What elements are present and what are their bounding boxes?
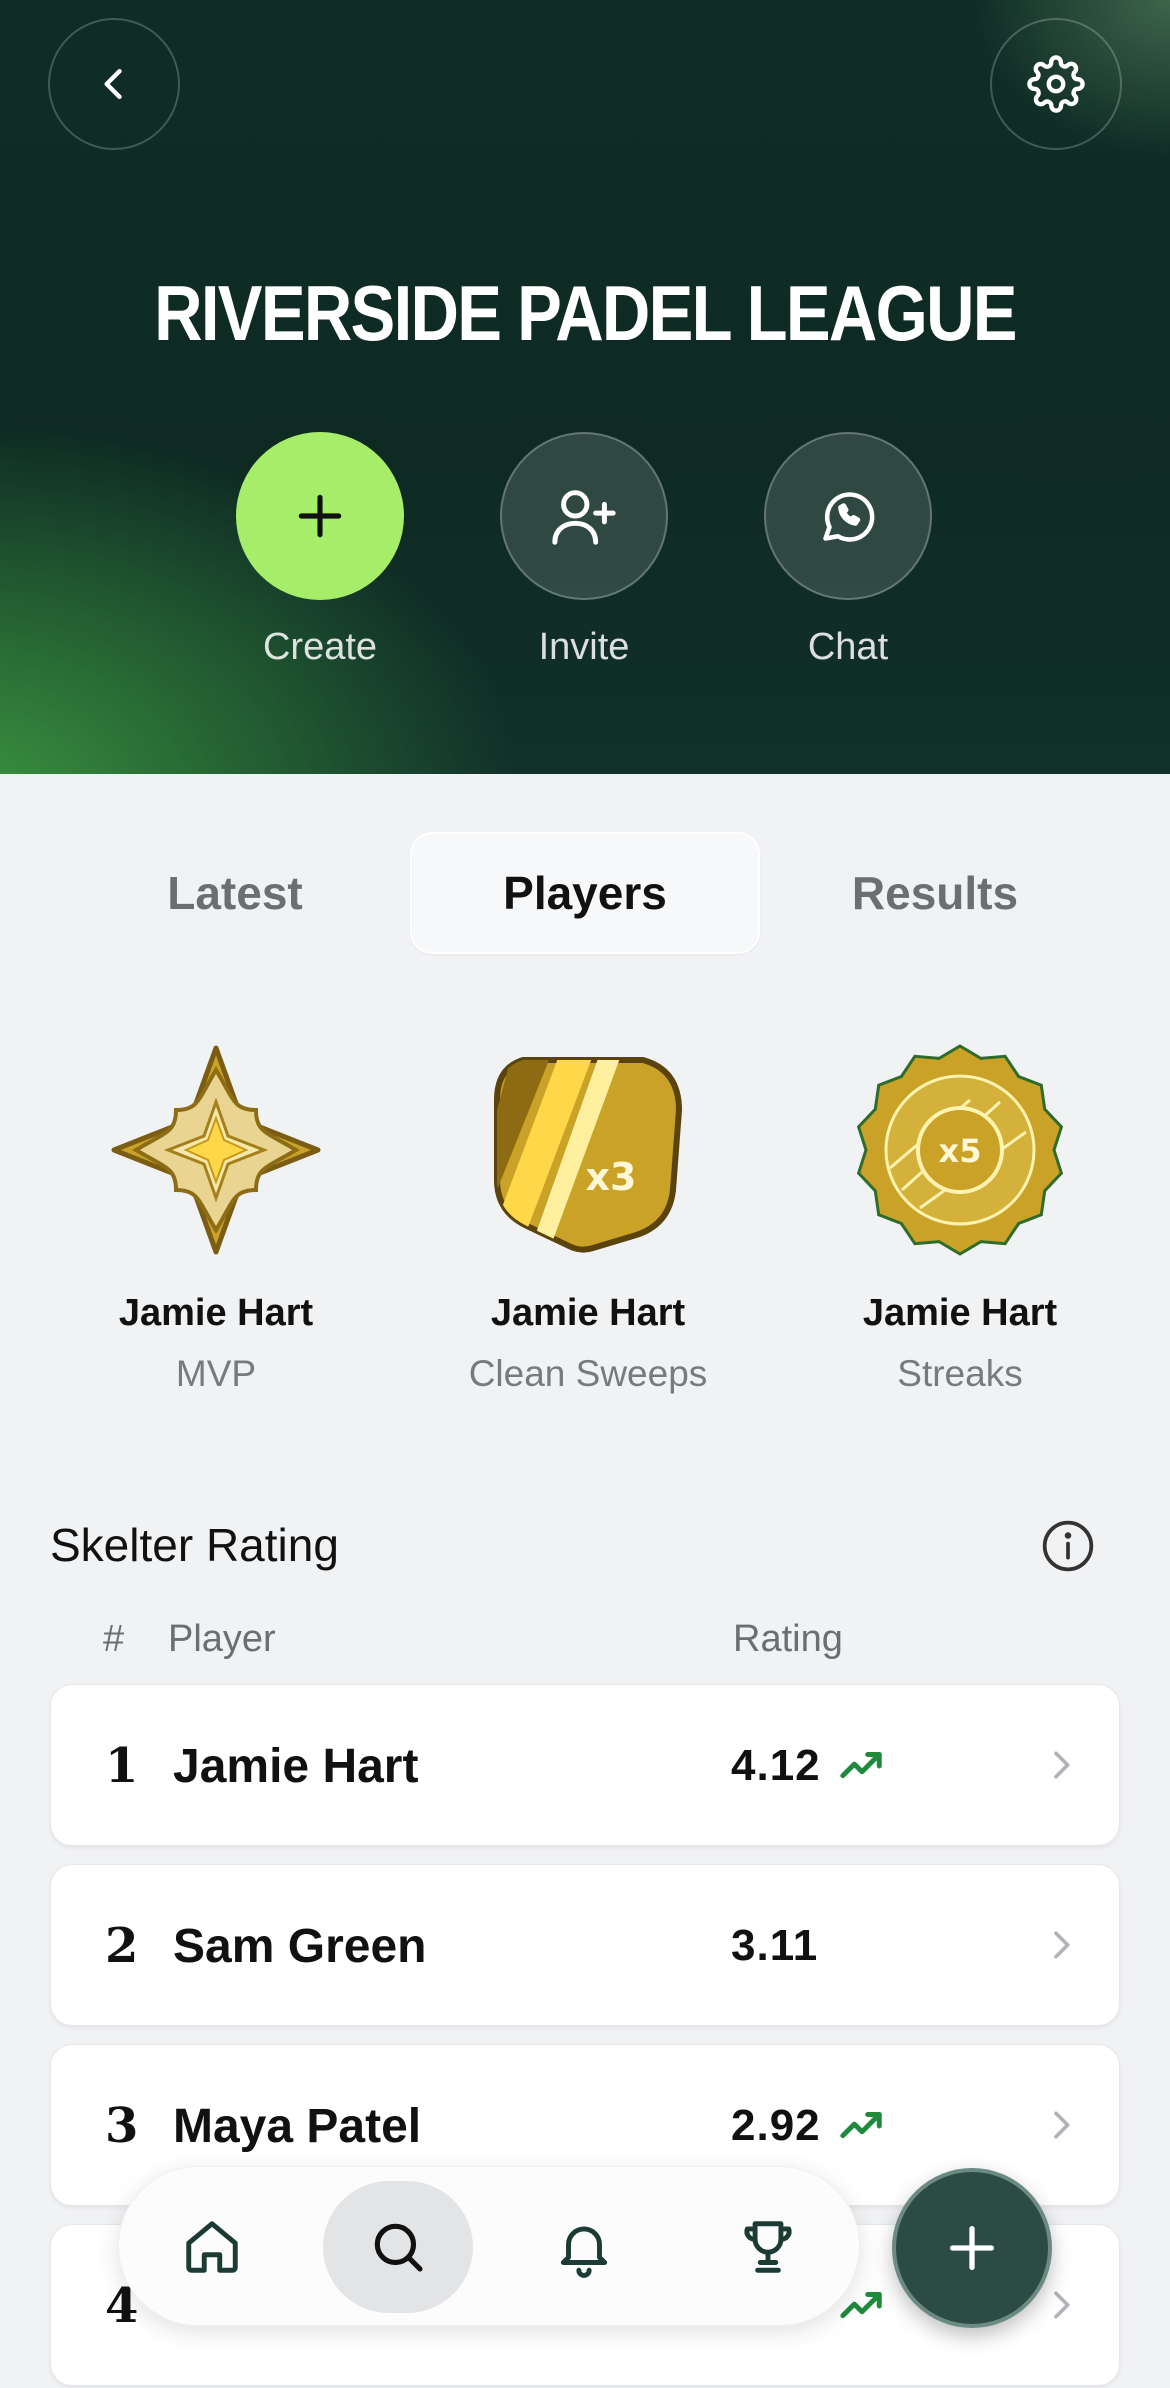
trend-up-icon [840,2112,882,2139]
row-rating: 3.11 [731,1921,819,1970]
trophy-icon [744,2221,792,2273]
nav-search[interactable] [323,2181,473,2313]
chevron-right-icon [1054,1931,1070,1959]
mvp-star-badge-icon [30,1040,402,1260]
nav-home[interactable] [137,2181,287,2313]
invite-action[interactable]: Invite [500,432,668,669]
rating-row[interactable]: 2 Sam Green 3.11 [50,1864,1120,2026]
gear-icon [1027,55,1085,113]
chat-button[interactable] [764,432,932,600]
svg-text:x5: x5 [939,1132,982,1170]
row-rank: 2 [105,1918,139,1974]
award-player-name: Jamie Hart [862,1292,1058,1334]
home-icon [186,2221,238,2273]
award-category: Streaks [897,1353,1023,1394]
column-rating: Rating [733,1618,843,1660]
info-icon [1042,1520,1094,1572]
create-action[interactable]: Create [236,432,404,669]
row-rank: 1 [105,1738,139,1794]
nav-leaderboard[interactable] [693,2181,843,2313]
nav-notifications[interactable] [509,2181,659,2313]
award-player-name: Jamie Hart [118,1292,314,1334]
chevron-right-icon [1054,2291,1070,2319]
whatsapp-icon [823,492,875,542]
search-icon [374,2223,423,2272]
award-category: Clean Sweeps [468,1353,708,1394]
tab-players[interactable]: Players [410,832,760,954]
info-button[interactable] [1040,1518,1096,1579]
row-rating: 4.12 [731,1741,821,1790]
plus-icon [950,2226,994,2270]
back-button[interactable] [48,18,180,150]
create-label: Create [262,626,378,668]
column-rank: # [103,1618,125,1660]
chat-label: Chat [807,626,889,668]
chevron-right-icon [1054,2111,1070,2139]
row-player-name: Sam Green [173,1919,427,1973]
tab-results[interactable]: Results [760,832,1110,954]
chevron-right-icon [1054,1751,1070,1779]
award-streaks[interactable]: x5 Jamie Hart Streaks [774,1040,1146,1395]
invite-label: Invite [538,626,630,668]
chat-action[interactable]: Chat [764,432,932,669]
tab-latest[interactable]: Latest [60,832,410,954]
tab-bar: Latest Players Results [60,832,1110,954]
invite-button[interactable] [500,432,668,600]
award-player-name: Jamie Hart [490,1292,686,1334]
bell-icon [560,2226,608,2278]
award-mvp[interactable]: Jamie Hart MVP [30,1040,402,1395]
league-header: RIVERSIDE PADEL LEAGUE Create Invite Cha… [0,0,1170,774]
add-user-icon [552,490,616,545]
rating-row[interactable]: 1 Jamie Hart 4.12 [50,1684,1120,1846]
league-title: RIVERSIDE PADEL LEAGUE [154,269,1017,357]
award-category: MVP [175,1353,257,1394]
create-button[interactable] [236,432,404,600]
award-clean-sweeps[interactable]: x3 Jamie Hart Clean Sweeps [402,1040,774,1395]
settings-button[interactable] [990,18,1122,150]
plus-icon [298,494,342,538]
chevron-left-icon [104,68,122,100]
row-player-name: Jamie Hart [173,1739,419,1793]
svg-text:x3: x3 [586,1155,637,1199]
shield-badge-icon: x3 [402,1040,774,1260]
row-rank: 3 [105,2098,139,2154]
rating-section-title: Skelter Rating [50,1519,339,1571]
streak-badge-icon: x5 [774,1040,1146,1260]
trend-up-icon [840,1752,882,1779]
column-player: Player [168,1618,276,1660]
bottom-navigation [118,2166,860,2326]
floating-add-button[interactable] [892,2168,1052,2328]
